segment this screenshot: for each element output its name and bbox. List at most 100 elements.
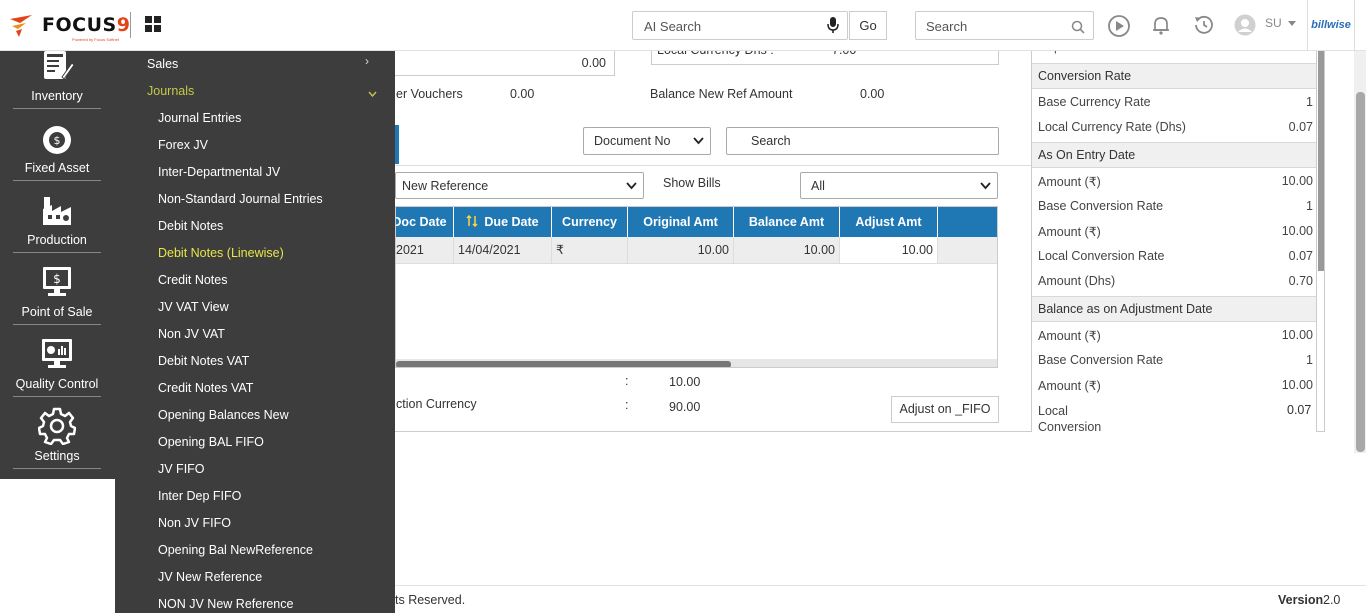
microphone-icon[interactable] (826, 17, 840, 34)
section-balance-adjustment-date: Balance as on Adjustment Date (1032, 296, 1316, 322)
submenu-non-standard-journal-entries[interactable]: Non-Standard Journal Entries (158, 192, 323, 206)
point-of-sale-icon: $ (43, 267, 71, 296)
copyright-text: ts Reserved. (395, 593, 466, 607)
submenu-opening-bal-fifo[interactable]: Opening BAL FIFO (158, 435, 264, 449)
billwise-tab[interactable]: billwise (1307, 0, 1355, 51)
notification-bell-icon[interactable] (1149, 13, 1173, 37)
submenu-journals[interactable]: Journals (147, 84, 194, 98)
col-header-due-date-label: Due Date (484, 215, 539, 229)
col-header-next[interactable]: N (938, 207, 997, 237)
submenu-non-jv-new-reference[interactable]: NON JV New Reference (158, 597, 293, 611)
chevron-down-icon[interactable] (368, 91, 377, 97)
nav-label-inventory: Inventory (31, 89, 83, 103)
cell-currency[interactable]: ₹ (552, 237, 628, 264)
adjust-fifo-button[interactable]: Adjust on _FIFO (891, 396, 999, 423)
cell-balance-amt[interactable]: 10.00 (734, 237, 840, 264)
production-icon (43, 197, 71, 225)
logo-text[interactable]: FOCUS9 (42, 14, 130, 36)
cell-next[interactable] (938, 237, 997, 264)
submenu-jv-new-reference[interactable]: JV New Reference (158, 570, 262, 584)
submenu-jv-vat-view[interactable]: JV VAT View (158, 300, 229, 314)
page-vertical-scrollbar-thumb[interactable] (1356, 92, 1365, 452)
document-no-select[interactable]: Document No (583, 127, 711, 155)
footer-bar: ts Reserved. Version 2.0 (395, 585, 1366, 613)
play-icon[interactable] (1107, 14, 1131, 38)
other-vouchers-label: er Vouchers (396, 87, 463, 101)
reference-type-select[interactable]: New Reference (395, 172, 644, 199)
submenu-opening-balances-new[interactable]: Opening Balances New (158, 408, 289, 422)
chevron-down-icon[interactable] (1288, 21, 1296, 26)
summary-sep-2: : (625, 398, 629, 412)
user-avatar-icon[interactable] (1233, 13, 1257, 37)
col-header-due-date[interactable]: Due Date (454, 207, 552, 237)
nav-item-fixed-asset[interactable]: $ Fixed Asset (13, 109, 101, 181)
row-entry-amount-dhs: Amount (Dhs) 0.70 (1038, 274, 1313, 288)
logo-tagline: Powered by Focus Softnet (72, 37, 119, 42)
submenu-non-jv-fifo[interactable]: Non JV FIFO (158, 516, 231, 530)
show-bills-label: Show Bills (663, 176, 721, 190)
ai-search-input[interactable]: AI Search (632, 11, 848, 40)
nav-item-settings[interactable]: Settings (13, 397, 101, 469)
row-base-currency-rate: Base Currency Rate 1 (1038, 95, 1313, 109)
nav-item-quality-control[interactable]: Quality Control (13, 325, 101, 397)
horizontal-scrollbar-thumb[interactable] (396, 361, 731, 367)
sort-icon[interactable] (466, 214, 478, 228)
submenu-non-jv-vat[interactable]: Non JV VAT (158, 327, 225, 341)
cell-adjust-amt[interactable]: 10.00 (840, 237, 938, 264)
submenu-credit-notes[interactable]: Credit Notes (158, 273, 227, 287)
grid-search-input[interactable]: Search (726, 127, 999, 155)
cell-due-date[interactable]: 14/04/2021 (454, 237, 552, 264)
inventory-icon (44, 51, 74, 80)
apps-grid-icon[interactable] (145, 16, 161, 32)
submenu-debit-notes-linewise[interactable]: Debit Notes (Linewise) (158, 246, 284, 260)
submenu-inter-departmental-jv[interactable]: Inter-Departmental JV (158, 165, 280, 179)
amount-field-value: 0.00 (581, 56, 606, 70)
submenu-sales[interactable]: Sales (147, 57, 178, 71)
nav-item-point-of-sale[interactable]: $ Point of Sale (13, 253, 101, 325)
row-adj-local-conversion-rate-value: 0.07 (1287, 403, 1312, 417)
submenu-jv-fifo[interactable]: JV FIFO (158, 462, 205, 476)
fixed-asset-icon: $ (43, 126, 71, 154)
submenu-journal-entries[interactable]: Journal Entries (158, 111, 241, 125)
bills-grid[interactable]: Doc Date Due Date Currency Original Amt … (395, 206, 998, 368)
summary-label-2: ction Currency (396, 397, 477, 411)
submenu-debit-notes[interactable]: Debit Notes (158, 219, 223, 233)
submenu-opening-bal-newreference[interactable]: Opening Bal NewReference (158, 543, 313, 557)
col-header-doc-date[interactable]: Doc Date (396, 207, 454, 237)
submenu-credit-notes-vat[interactable]: Credit Notes VAT (158, 381, 253, 395)
cell-original-amt[interactable]: 10.00 (628, 237, 734, 264)
focus-logo-mark-icon (10, 15, 32, 37)
row-entry-local-conversion-rate: Local Conversion Rate 0.07 (1038, 249, 1313, 263)
svg-text:$: $ (54, 134, 61, 147)
header-divider (130, 12, 131, 38)
row-adj-amount: Amount (₹) 10.00 (1038, 328, 1313, 343)
row-entry-amount: Amount (₹) 10.00 (1038, 174, 1313, 189)
show-bills-select[interactable]: All (800, 172, 998, 199)
col-header-balance-amt[interactable]: Balance Amt (734, 207, 840, 237)
nav-label-quality-control: Quality Control (15, 377, 99, 391)
row-adj-local-conversion-rate: Local Conversion Rate (1038, 404, 1102, 432)
submenu-debit-notes-vat[interactable]: Debit Notes VAT (158, 354, 249, 368)
balance-new-ref-label: Balance New Ref Amount (650, 87, 793, 101)
summary-value-2: 90.00 (669, 400, 701, 414)
submenu-inter-dep-fifo[interactable]: Inter Dep FIFO (158, 489, 241, 503)
col-header-adjust-amt[interactable]: Adjust Amt (840, 207, 938, 237)
panel-scrollbar-thumb[interactable] (1318, 51, 1324, 271)
global-search-input[interactable]: Search (915, 11, 1094, 40)
nav-label-fixed-asset: Fixed Asset (24, 161, 90, 175)
submenu-forex-jv[interactable]: Forex JV (158, 138, 208, 152)
go-button[interactable]: Go (849, 11, 887, 40)
row-entry-base-conversion-rate: Base Conversion Rate 1 (1038, 199, 1313, 213)
chevron-down-icon (693, 137, 704, 145)
nav-item-production[interactable]: Production (13, 181, 101, 253)
chevron-right-icon[interactable]: › (365, 54, 369, 68)
section-as-on-entry-date: As On Entry Date (1032, 142, 1316, 168)
amount-field[interactable]: 0.00 (380, 49, 615, 76)
col-header-currency[interactable]: Currency (552, 207, 628, 237)
cell-doc-date[interactable]: 2021 (396, 237, 454, 264)
row-local-currency-rate: Local Currency Rate (Dhs) 0.07 (1038, 120, 1313, 134)
gear-icon (38, 407, 76, 445)
col-header-original-amt[interactable]: Original Amt (628, 207, 734, 237)
user-initials[interactable]: SU (1265, 16, 1282, 30)
history-icon[interactable] (1192, 13, 1216, 37)
